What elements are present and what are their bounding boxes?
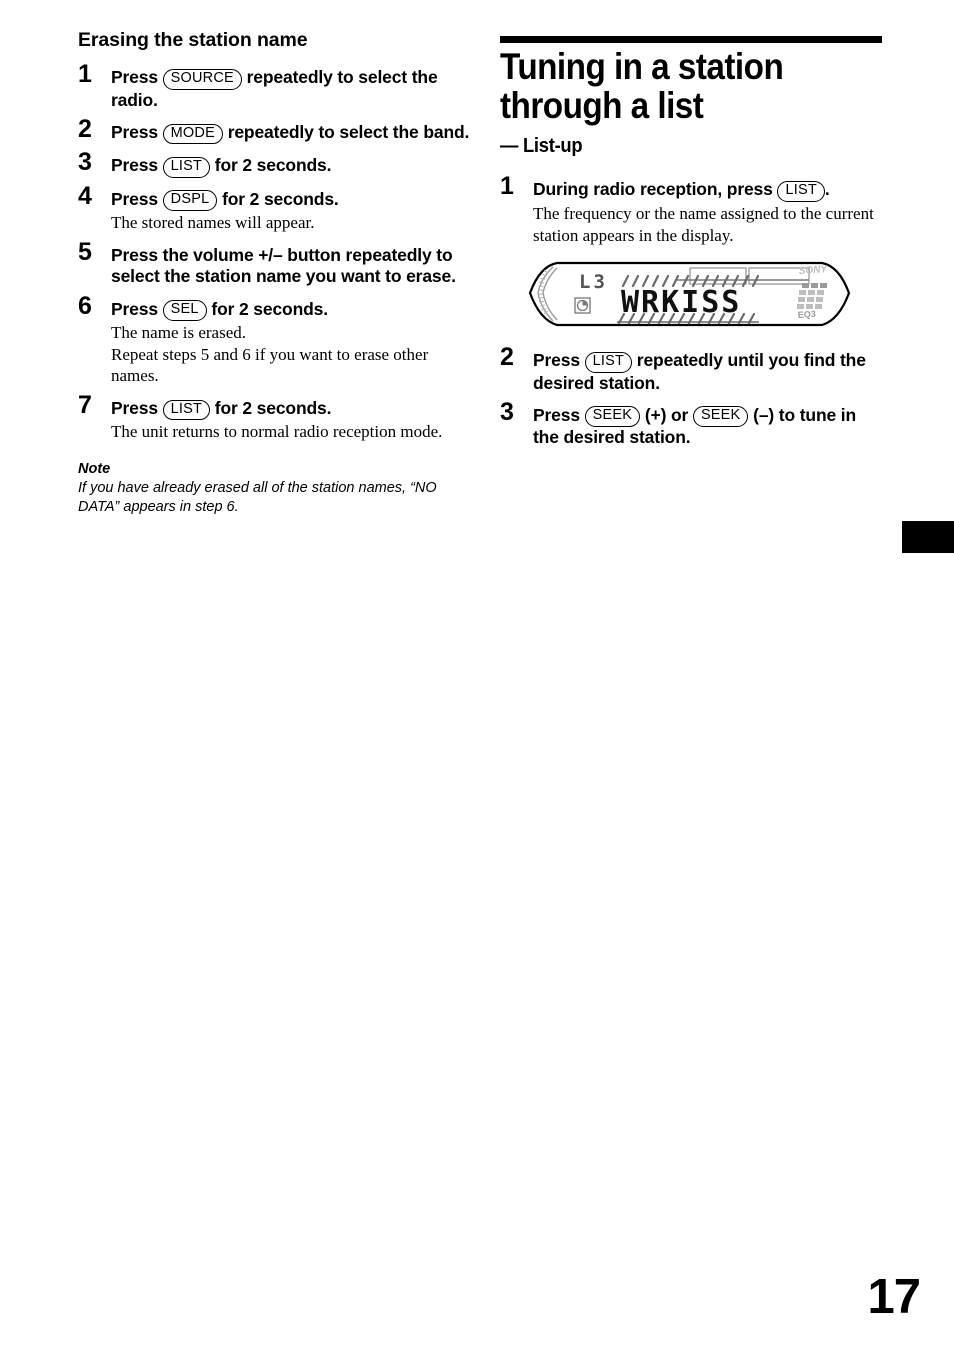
step-text-after: for 2 seconds.: [214, 155, 332, 176]
step-3: 3 Press LIST for 2 seconds.: [78, 150, 470, 178]
step-number: 3: [78, 148, 92, 177]
step-text-before: Press: [111, 188, 158, 209]
step-1: 1 During radio reception, press LIST. Th…: [500, 174, 885, 246]
button-list[interactable]: LIST: [162, 399, 211, 421]
step-title: During radio reception, press LIST.: [533, 179, 885, 202]
button-sel[interactable]: SEL: [162, 300, 207, 321]
button-list[interactable]: LIST: [777, 180, 825, 202]
step-title: Press SEL for 2 seconds.: [111, 299, 470, 321]
button-seek-plus[interactable]: SEEK: [584, 406, 641, 428]
right-column: Tuning in a station through a list — Lis…: [500, 30, 885, 460]
page-number: 17: [867, 1270, 921, 1324]
step-2: 2 Press LIST repeatedly until you find t…: [500, 345, 885, 394]
step-text-before: Press: [111, 155, 158, 176]
step-4: 4 Press DSPL for 2 seconds. The stored n…: [78, 183, 470, 234]
step-title: Press MODE repeatedly to select the band…: [111, 122, 470, 145]
step-text-mid: (+) or: [644, 404, 689, 425]
page-subtitle: — List-up: [500, 135, 583, 158]
step-number: 7: [78, 391, 92, 420]
manual-page: Erasing the station name 1 Press SOURCE …: [0, 0, 954, 1352]
button-seek-minus[interactable]: SEEK: [692, 406, 749, 428]
step-number: 4: [78, 181, 92, 210]
step-number: 1: [78, 60, 92, 89]
step-number: 2: [500, 343, 514, 372]
button-list[interactable]: LIST: [162, 156, 211, 178]
step-3: 3 Press SEEK (+) or SEEK (–) to tune in …: [500, 399, 885, 449]
step-number: 5: [78, 237, 92, 266]
step-text-before: Press: [111, 398, 158, 419]
step-title: Press DSPL for 2 seconds.: [111, 188, 470, 212]
step-text-after: .: [824, 179, 830, 200]
step-text-after: for 2 seconds.: [211, 298, 328, 319]
step-body: The unit returns to normal radio recepti…: [111, 422, 443, 442]
step-text-before: Press: [533, 350, 580, 371]
step-text-after: repeatedly to select the radio.: [111, 67, 438, 110]
step-body: The frequency or the name assigned to th…: [533, 203, 874, 245]
step-number: 6: [78, 291, 92, 320]
note-block: Note If you have already erased all of t…: [78, 460, 470, 517]
note-label: Note: [78, 461, 111, 478]
step-number: 2: [78, 115, 92, 144]
step-1: 1 Press SOURCE repeatedly to select the …: [78, 62, 470, 111]
left-column: Erasing the station name 1 Press SOURCE …: [78, 29, 470, 517]
sony-logo: SONY: [798, 264, 828, 277]
button-list[interactable]: LIST: [584, 351, 633, 373]
step-text-before: Press: [111, 298, 158, 319]
step-text-before: Press: [111, 67, 158, 88]
step-title: Press LIST for 2 seconds.: [111, 155, 470, 178]
step-5: 5 Press the volume +/– button repeatedly…: [78, 239, 470, 288]
step-number: 1: [500, 172, 514, 201]
step-title: Press the volume +/– button repeatedly t…: [111, 244, 456, 287]
step-7: 7 Press LIST for 2 seconds. The unit ret…: [78, 393, 470, 443]
page-tab-marker: [902, 521, 954, 553]
step-text-before: During radio reception, press: [533, 179, 773, 200]
step-text-after: repeatedly to select the band.: [227, 122, 470, 143]
step-title: Press SOURCE repeatedly to select the ra…: [111, 67, 470, 111]
note-text: If you have already erased all of the st…: [78, 480, 437, 516]
step-title: Press LIST repeatedly until you find the…: [533, 350, 885, 394]
step-text-after: repeatedly until you find the desired st…: [533, 350, 866, 393]
step-6: 6 Press SEL for 2 seconds. The name is e…: [78, 293, 470, 388]
car-stereo-lcd-display: L3 WRKISS SONY EQ3: [527, 260, 852, 332]
svg-text:L3: L3: [579, 271, 608, 293]
step-text-before: Press: [533, 404, 580, 425]
button-mode[interactable]: MODE: [162, 123, 223, 145]
step-2: 2 Press MODE repeatedly to select the ba…: [78, 117, 470, 145]
heading-rule: [500, 36, 882, 43]
step-title: Press SEEK (+) or SEEK (–) to tune in th…: [533, 405, 885, 449]
step-text-after: for 2 seconds.: [214, 398, 332, 419]
step-title: Press LIST for 2 seconds.: [111, 398, 470, 421]
button-source[interactable]: SOURCE: [162, 68, 242, 90]
button-dspl[interactable]: DSPL: [162, 190, 218, 212]
step-body: The name is erased. Repeat steps 5 and 6…: [111, 322, 429, 386]
step-number: 3: [500, 397, 514, 426]
eq-label: EQ3: [797, 309, 816, 320]
section-heading-erasing-station-name: Erasing the station name: [78, 29, 308, 51]
step-text-after: for 2 seconds.: [222, 188, 339, 209]
step-body: The stored names will appear.: [111, 213, 315, 233]
page-title: Tuning in a station through a list: [500, 46, 784, 127]
step-text-before: Press: [111, 122, 158, 143]
